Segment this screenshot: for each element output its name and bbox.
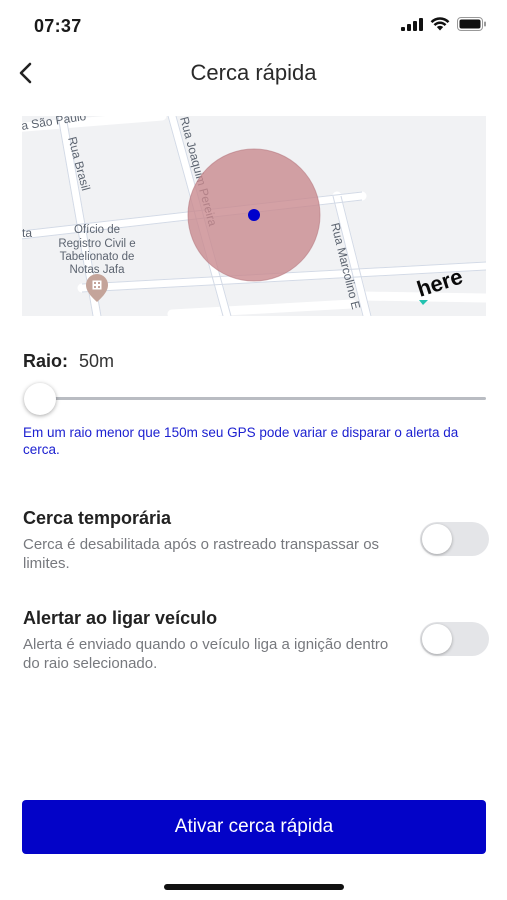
- ignition-alert-toggle[interactable]: [420, 622, 489, 656]
- setting-ignition-alert: Alertar ao ligar veículo Alerta é enviad…: [23, 608, 489, 673]
- slider-thumb[interactable]: [24, 383, 56, 415]
- gps-accuracy-hint: Em um raio menor que 150m seu GPS pode v…: [23, 425, 459, 457]
- home-indicator: [164, 884, 344, 890]
- status-bar: 07:37: [0, 0, 507, 48]
- map-view[interactable]: a São Paulo Rua Brasil Rua Joaquim Perei…: [22, 116, 486, 316]
- poi-label-line-3: Tabelionato de: [60, 251, 135, 263]
- slider-track: [26, 397, 486, 400]
- toggle-knob: [422, 524, 452, 554]
- setting-description: Alerta é enviado quando o veículo liga a…: [23, 636, 389, 672]
- poi-label-line-1: Ofício de: [74, 224, 120, 236]
- radius-row: Raio: 50m: [23, 351, 114, 372]
- wifi-icon: [430, 17, 450, 31]
- navigation-bar: Cerca rápida: [0, 50, 507, 96]
- setting-temporary-fence: Cerca temporária Cerca é desabilitada ap…: [23, 508, 489, 573]
- radius-slider[interactable]: [22, 382, 486, 416]
- setting-description: Cerca é desabilitada após o rastreado tr…: [23, 536, 380, 572]
- street-label-left: ta: [22, 226, 32, 240]
- status-icons: [401, 17, 487, 31]
- activate-quick-fence-button[interactable]: Ativar cerca rápida: [22, 800, 486, 854]
- temporary-fence-toggle[interactable]: [420, 522, 489, 556]
- radius-label: Raio:: [23, 351, 68, 371]
- poi-label-line-2: Registro Civil e: [58, 238, 135, 250]
- page-title: Cerca rápida: [190, 60, 317, 85]
- status-time: 07:37: [34, 16, 82, 36]
- map-canvas: a São Paulo Rua Brasil Rua Joaquim Perei…: [22, 116, 486, 316]
- radius-value: 50m: [79, 351, 115, 371]
- cellular-signal-icon: [401, 17, 423, 31]
- toggle-knob: [422, 624, 452, 654]
- battery-icon: [457, 17, 486, 31]
- setting-title: Cerca temporária: [23, 508, 172, 528]
- geofence-center-marker: [248, 209, 260, 221]
- setting-title: Alertar ao ligar veículo: [23, 608, 218, 628]
